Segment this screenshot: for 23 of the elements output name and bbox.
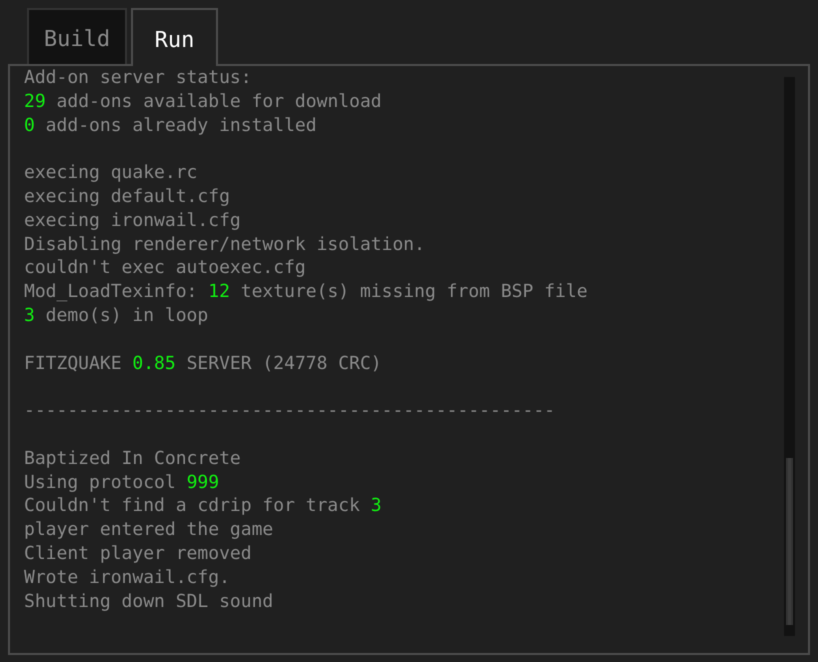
- console-line: 29 add-ons available for download: [24, 90, 382, 114]
- console-line: Add-on server status:: [24, 66, 252, 90]
- console-line: Disabling renderer/network isolation.: [24, 232, 425, 256]
- console-line: Couldn't find a cdrip for track 3: [24, 494, 382, 518]
- console-line: 3 demo(s) in loop: [24, 304, 208, 328]
- console-line: player entered the game: [24, 518, 274, 542]
- console-line: FITZQUAKE 0.85 SERVER (24778 CRC): [24, 352, 382, 376]
- console-line: 0 add-ons already installed: [24, 114, 317, 138]
- console-line: execing quake.rc: [24, 161, 198, 185]
- console-line: Client player removed: [24, 542, 252, 566]
- tab[interactable]: Build: [27, 8, 127, 64]
- console-line: execing default.cfg: [24, 184, 230, 209]
- scrollbar-thumb[interactable]: [786, 458, 793, 625]
- tab[interactable]: Run: [131, 8, 218, 66]
- console-line: Baptized In Concrete: [24, 446, 241, 471]
- scrollbar-track[interactable]: [784, 77, 795, 636]
- console-line: execing ironwail.cfg: [24, 208, 241, 233]
- console-line: Wrote ironwail.cfg.: [24, 566, 230, 590]
- console-line: -------------------------------------------------: [24, 399, 556, 423]
- console-line: Shutting down SDL sound: [24, 590, 274, 614]
- console-line: couldn't exec autoexec.cfg: [24, 256, 306, 280]
- console-line: Using protocol 999: [24, 470, 220, 494]
- console-line: Mod_LoadTexinfo: 12 texture(s) missing from BSP file: [24, 280, 588, 304]
